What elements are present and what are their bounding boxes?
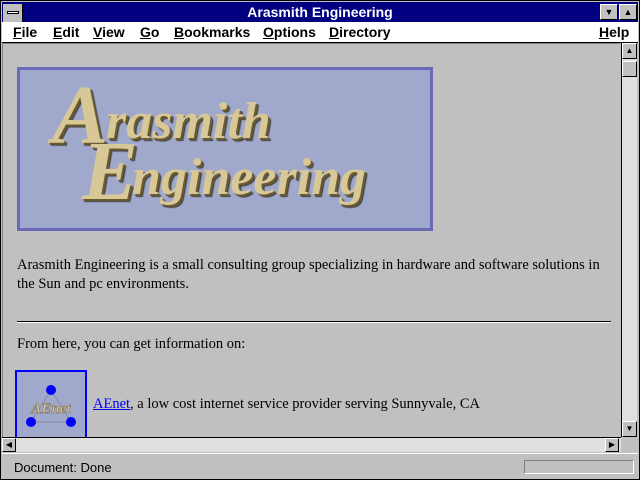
title-bar[interactable]: Arasmith Engineering ▼ ▲ [2, 2, 638, 22]
status-bar: Document: Done [2, 453, 638, 479]
vertical-scroll-thumb[interactable] [622, 61, 637, 77]
menu-help[interactable]: Help [599, 24, 629, 40]
menu-options[interactable]: Options [263, 24, 316, 40]
intro-paragraph: Arasmith Engineering is a small consulti… [17, 257, 600, 292]
aenet-line: AEnet, a low cost internet service provi… [93, 396, 480, 413]
scroll-right-icon[interactable]: ▶ [605, 438, 619, 452]
horizontal-scrollbar[interactable]: ◀ ▶ [2, 437, 621, 452]
aenet-icon-label: AEnet [30, 401, 71, 417]
aenet-description: , a low cost internet service provider s… [130, 396, 480, 412]
menu-file[interactable]: File [13, 24, 37, 40]
progress-meter [524, 460, 634, 474]
company-logo-banner: A rasmith E ngineering [17, 67, 433, 231]
menu-directory[interactable]: Directory [329, 24, 390, 40]
horizontal-rule [17, 321, 611, 323]
logo-word-ngineering: ngineering [132, 149, 367, 206]
aenet-link[interactable]: AEnet [93, 396, 130, 412]
minimize-icon[interactable]: ▼ [600, 4, 618, 20]
from-here-text: From here, you can get information on: [17, 336, 246, 352]
scroll-left-icon[interactable]: ◀ [2, 438, 16, 452]
vertical-scrollbar[interactable]: ▲ ▼ [621, 43, 637, 437]
maximize-icon[interactable]: ▲ [619, 4, 637, 20]
aenet-logo-icon[interactable]: AEnet [15, 370, 87, 437]
scroll-up-icon[interactable]: ▲ [622, 43, 637, 59]
menu-edit[interactable]: Edit [53, 24, 79, 40]
window-title: Arasmith Engineering [247, 4, 393, 20]
aenet-network-graphic: AEnet [26, 385, 76, 427]
menu-bar: File Edit View Go Bookmarks Options Dire… [2, 22, 638, 43]
menu-go[interactable]: Go [140, 24, 159, 40]
menu-bookmarks[interactable]: Bookmarks [174, 24, 250, 40]
browser-window: Arasmith Engineering ▼ ▲ File Edit View … [0, 0, 640, 480]
scroll-down-icon[interactable]: ▼ [622, 421, 637, 437]
logo-initial-e: E [82, 125, 139, 218]
menu-view[interactable]: View [93, 24, 125, 40]
page-content: A rasmith E ngineering Arasmith Engineer… [2, 43, 620, 437]
status-text: Document: Done [14, 460, 112, 475]
